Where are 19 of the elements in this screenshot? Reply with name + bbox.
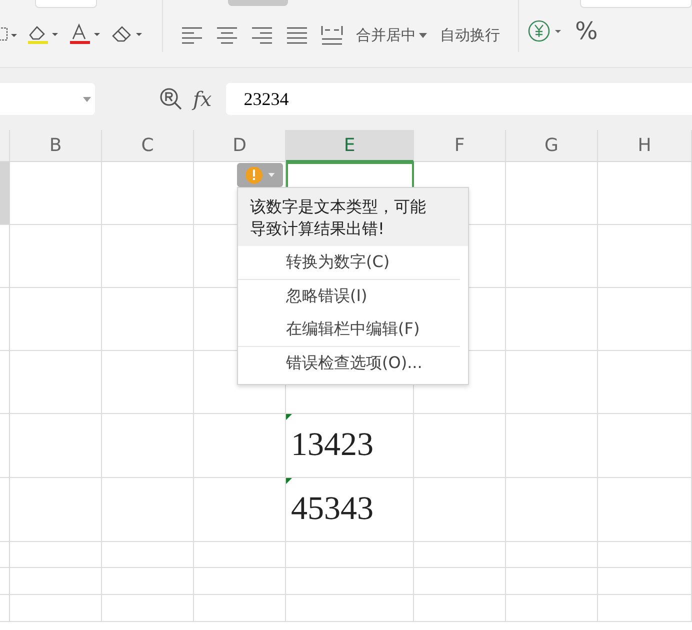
wrap-text-button[interactable]: 自动换行 xyxy=(440,26,500,44)
column-header[interactable]: B xyxy=(10,130,102,162)
function-label[interactable]: fx xyxy=(193,87,212,111)
column-header[interactable]: H xyxy=(598,130,692,162)
column-header[interactable]: G xyxy=(506,130,598,162)
menu-item[interactable]: 忽略错误(I) xyxy=(238,280,468,313)
menu-item[interactable]: 转换为数字(C) xyxy=(238,246,460,280)
percent-button[interactable]: % xyxy=(575,17,598,45)
table-cell: 13423 xyxy=(286,414,414,478)
menu-item[interactable]: 在编辑栏中编辑(F) xyxy=(238,313,460,347)
column-header[interactable]: F xyxy=(414,130,506,162)
error-message: 该数字是文本类型，可能导致计算结果出错! xyxy=(238,188,468,246)
merge-center-button[interactable]: 合并居中 xyxy=(356,26,427,44)
formula-input[interactable]: 23234 xyxy=(226,83,692,115)
column-header[interactable]: E xyxy=(286,130,414,162)
column-header[interactable]: D xyxy=(194,130,286,162)
column-header[interactable]: C xyxy=(102,130,194,162)
menu-item[interactable]: 错误检查选项(O)... xyxy=(238,347,468,380)
table-cell: 45343 xyxy=(286,478,414,542)
